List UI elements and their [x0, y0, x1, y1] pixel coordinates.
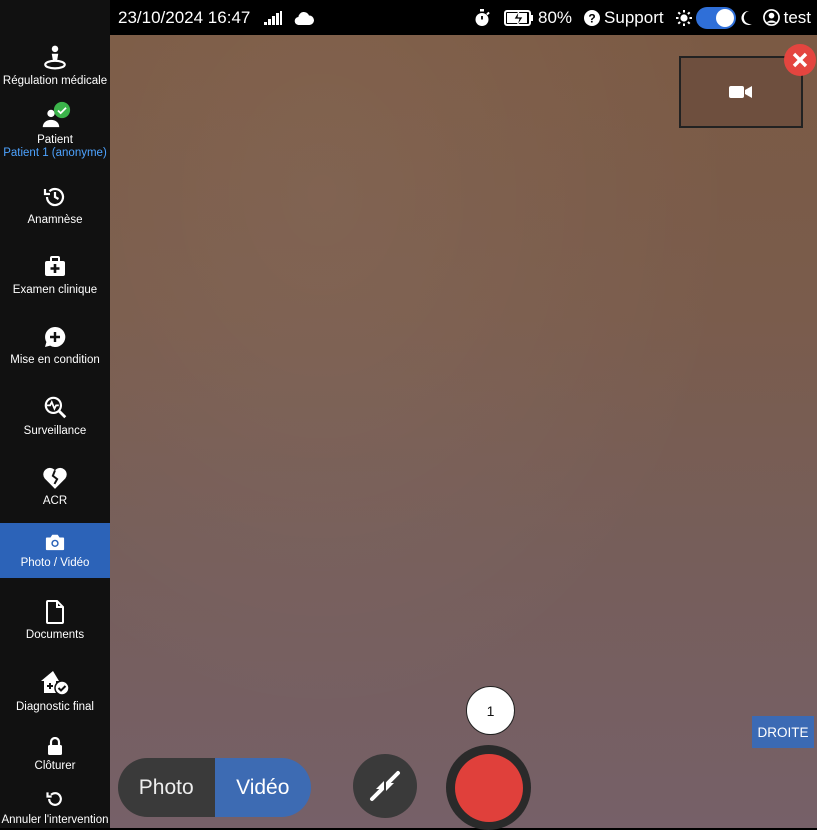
battery-charging-icon: [504, 9, 534, 26]
sidebar-item-label: Photo / Vidéo: [20, 556, 90, 569]
sidebar-item-label: Surveillance: [23, 424, 87, 437]
camera-icon: [45, 534, 65, 550]
monitor-search-icon: [44, 396, 67, 418]
shrink-arrows-icon: [370, 771, 400, 801]
droite-button[interactable]: DROITE: [752, 716, 814, 748]
patient-sub-label: Patient 1 (anonyme): [3, 146, 107, 159]
sidebar-item-label: Diagnostic final: [16, 701, 94, 713]
sidebar-item-anamnese[interactable]: Anamnèse: [0, 178, 110, 233]
video-camera-icon: [729, 86, 752, 98]
sidebar-item-acr[interactable]: ACR: [0, 458, 110, 516]
sun-icon: [675, 9, 692, 26]
history-icon: [43, 187, 65, 206]
support-label: Support: [604, 7, 664, 27]
sidebar-item-label: Patient: [37, 133, 73, 146]
user-menu[interactable]: test: [762, 7, 817, 28]
battery-percent: 80%: [538, 7, 573, 27]
sidebar-item-documents[interactable]: Documents: [0, 593, 110, 648]
camera-thumbnail[interactable]: [679, 56, 803, 128]
mode-video-button[interactable]: Vidéo: [214, 758, 311, 817]
moon-icon: [741, 10, 752, 25]
sidebar-item-label: Mise en condition: [10, 353, 100, 366]
close-button[interactable]: [784, 44, 816, 76]
theme-toggle[interactable]: [675, 6, 753, 29]
camera-preview: [110, 35, 817, 828]
sidebar-item-cloturer[interactable]: Clôturer: [0, 733, 110, 777]
capture-counter: 1: [466, 686, 515, 735]
cloud-icon: [294, 11, 315, 25]
document-icon: [46, 599, 64, 624]
sidebar: Régulation médicale Patient Patient 1 (a…: [0, 0, 110, 828]
sidebar-item-label: ACR: [42, 495, 68, 507]
chat-plus-icon: [45, 326, 66, 347]
check-badge-icon: [53, 101, 71, 118]
house-check-icon: [41, 671, 70, 696]
stopwatch-icon: [474, 8, 490, 27]
question-icon: ?: [584, 9, 601, 26]
datetime: 23/10/2024 16:47: [118, 7, 251, 27]
sidebar-item-label: Annuler l'intervention: [1, 814, 109, 826]
shrink-button[interactable]: [353, 754, 417, 818]
sidebar-item-regulation[interactable]: Régulation médicale: [0, 38, 110, 93]
sidebar-item-diagnostic-final[interactable]: Diagnostic final: [0, 663, 110, 721]
person-location-icon: [44, 45, 66, 69]
sidebar-item-label: Régulation médicale: [2, 74, 108, 87]
record-button[interactable]: [446, 745, 531, 830]
record-dot: [454, 753, 523, 822]
support-button[interactable]: ? Support: [584, 8, 664, 28]
theme-switch[interactable]: [695, 6, 736, 29]
sidebar-item-label: Clôturer: [34, 760, 76, 772]
sidebar-item-mise-en-condition[interactable]: Mise en condition: [0, 318, 110, 373]
sidebar-item-surveillance[interactable]: Surveillance: [0, 388, 110, 443]
medical-kit-icon: [45, 255, 65, 276]
svg-text:?: ?: [588, 11, 595, 25]
sidebar-item-photo-video[interactable]: Photo / Vidéo: [0, 523, 110, 578]
close-icon: [792, 52, 808, 68]
sidebar-item-label: Documents: [25, 628, 85, 641]
mode-toggle[interactable]: Photo Vidéo: [118, 758, 311, 817]
undo-icon: [46, 792, 62, 806]
sidebar-item-examen[interactable]: Examen clinique: [0, 248, 110, 303]
broken-heart-icon: [43, 467, 67, 489]
signal-bars-icon: [264, 10, 283, 25]
user-circle-icon: [762, 9, 780, 26]
status-bar: 23/10/2024 16:47 80% ? Support test: [110, 0, 817, 35]
sidebar-item-label: Anamnèse: [27, 213, 83, 226]
user-label: test: [783, 7, 811, 27]
sidebar-item-label: Examen clinique: [12, 283, 98, 296]
mode-photo-button[interactable]: Photo: [118, 758, 215, 817]
patient-icon-wrap: [40, 101, 71, 129]
sidebar-item-annuler[interactable]: Annuler l'intervention: [0, 788, 110, 828]
sidebar-item-patient[interactable]: Patient Patient 1 (anonyme): [0, 98, 110, 164]
lock-icon: [48, 737, 62, 755]
